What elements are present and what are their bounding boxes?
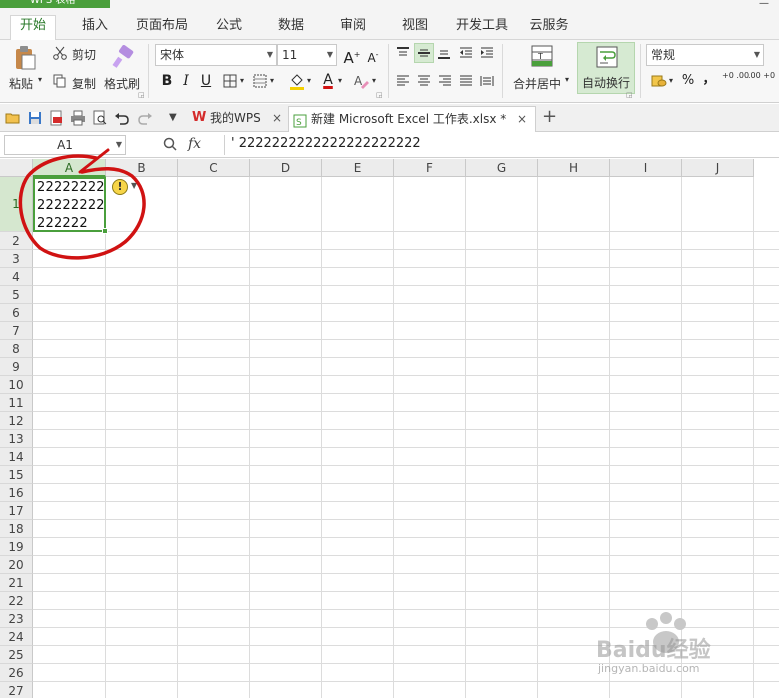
red-circle-annotation <box>18 148 146 260</box>
baidu-watermark: Baidu经验 jingyan.baidu.com <box>590 610 770 690</box>
watermark-text: Baidu经验 <box>596 638 711 663</box>
watermark-subtext: jingyan.baidu.com <box>598 662 700 675</box>
